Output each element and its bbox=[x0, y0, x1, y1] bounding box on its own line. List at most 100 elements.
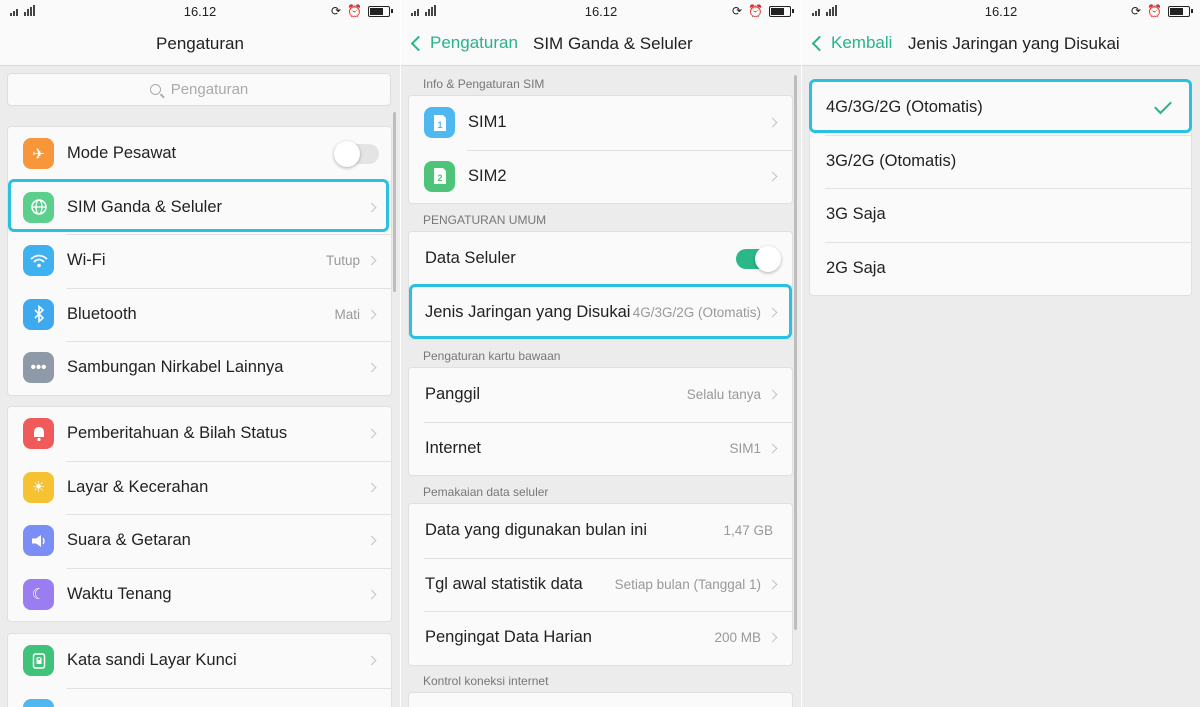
airplane-mode-toggle[interactable] bbox=[334, 140, 379, 167]
network-option-2g-only[interactable]: 2G Saja bbox=[810, 241, 1191, 296]
item-label: Wi-Fi bbox=[67, 251, 106, 270]
bluetooth-icon bbox=[23, 298, 54, 330]
item-label: Kata sandi Layar Kunci bbox=[67, 651, 237, 670]
back-label: Pengaturan bbox=[430, 33, 518, 52]
network-option-4g3g2g[interactable]: 4G/3G/2G (Otomatis) bbox=[810, 81, 1191, 135]
item-label: SIM2 bbox=[468, 166, 507, 185]
page-title: Pengaturan bbox=[156, 34, 244, 53]
settings-item-quiet-time[interactable]: ☾ Waktu Tenang bbox=[8, 567, 391, 622]
alarm-icon: ⏰ bbox=[748, 4, 763, 18]
scrollbar[interactable] bbox=[794, 75, 797, 630]
chevron-left-icon bbox=[410, 35, 427, 52]
settings-item-airplane-mode[interactable]: ✈ Mode Pesawat bbox=[8, 127, 391, 181]
preferred-network-item[interactable]: Jenis Jaringan yang Disukai 4G/3G/2G (Ot… bbox=[409, 285, 792, 340]
settings-item-display[interactable]: ☀ Layar & Kecerahan bbox=[8, 460, 391, 515]
item-value: SIM1 bbox=[729, 440, 761, 456]
speaker-icon bbox=[23, 525, 54, 557]
item-value: 1,47 GB bbox=[723, 523, 773, 539]
nav-bar: Pengaturan bbox=[0, 22, 400, 66]
chevron-right-icon bbox=[767, 632, 778, 643]
lock-icon bbox=[23, 645, 54, 677]
settings-item-bluetooth[interactable]: Bluetooth Mati bbox=[8, 287, 391, 342]
item-label: Jenis Jaringan yang Disukai bbox=[425, 302, 631, 321]
scrollbar[interactable] bbox=[393, 112, 396, 292]
item-label: Panggil bbox=[425, 385, 481, 404]
settings-item-wifi[interactable]: Wi-Fi Tutup bbox=[8, 234, 391, 288]
chevron-right-icon bbox=[767, 117, 778, 128]
battery-icon bbox=[1168, 5, 1193, 17]
wifi-icon bbox=[23, 245, 54, 277]
item-value: Setiap bulan (Tanggal 1) bbox=[614, 576, 761, 592]
page-title: SIM Ganda & Seluler bbox=[533, 34, 693, 53]
item-label: Waktu Tenang bbox=[67, 584, 172, 603]
item-value: Tutup bbox=[325, 253, 360, 269]
sim2-item[interactable]: 2 SIM2 bbox=[409, 149, 792, 204]
chevron-right-icon bbox=[366, 482, 377, 493]
data-usage-group: Data yang digunakan bulan ini 1,47 GB Tg… bbox=[408, 503, 793, 666]
option-label: 3G/2G (Otomatis) bbox=[826, 151, 957, 170]
globe-icon bbox=[23, 191, 54, 223]
general-group: Data Seluler Jenis Jaringan yang Disukai… bbox=[408, 231, 793, 340]
page-title: Jenis Jaringan yang Disukai bbox=[908, 34, 1120, 53]
network-option-3g-only[interactable]: 3G Saja bbox=[810, 188, 1191, 242]
default-card-group: Panggil Selalu tanya Internet SIM1 bbox=[408, 367, 793, 476]
chevron-right-icon bbox=[366, 535, 377, 546]
stats-start-date-item[interactable]: Tgl awal statistik data Setiap bulan (Ta… bbox=[409, 557, 792, 612]
alarm-icon: ⏰ bbox=[347, 4, 362, 18]
airplane-icon: ✈ bbox=[23, 138, 54, 170]
chevron-right-icon bbox=[767, 389, 778, 400]
chevron-right-icon bbox=[767, 579, 778, 590]
nav-bar: Pengaturan SIM Ganda & Seluler bbox=[401, 22, 801, 66]
chevron-right-icon bbox=[366, 309, 377, 320]
rotation-lock-icon: ⟳ bbox=[330, 4, 342, 18]
status-bar: 16.12 ⟳ ⏰ bbox=[802, 0, 1200, 22]
chevron-left-icon bbox=[811, 35, 828, 52]
section-header: Info & Pengaturan SIM bbox=[423, 77, 545, 91]
daily-data-reminder-item[interactable]: Pengingat Data Harian 200 MB bbox=[409, 611, 792, 665]
settings-item-dual-sim[interactable]: SIM Ganda & Seluler bbox=[8, 180, 391, 235]
settings-item-notifications[interactable]: Pemberitahuan & Bilah Status bbox=[8, 407, 391, 461]
item-label: Layar & Kecerahan bbox=[67, 477, 209, 496]
item-value: 4G/3G/2G (Otomatis) bbox=[632, 304, 761, 320]
settings-item-lock-screen[interactable]: Kata sandi Layar Kunci bbox=[8, 634, 391, 688]
brightness-icon: ☀ bbox=[23, 471, 54, 503]
back-button[interactable]: Pengaturan bbox=[410, 33, 518, 53]
settings-item-other-wireless[interactable]: ••• Sambungan Nirkabel Lainnya bbox=[8, 341, 391, 395]
network-options-group: 4G/3G/2G (Otomatis) 3G/2G (Otomatis) 3G … bbox=[809, 80, 1192, 296]
item-label: Bluetooth bbox=[67, 304, 137, 323]
item-label: Mode Pesawat bbox=[67, 144, 177, 163]
checkmark-icon bbox=[1154, 96, 1172, 115]
chevron-right-icon bbox=[767, 171, 778, 182]
mobile-data-toggle[interactable] bbox=[736, 245, 781, 272]
back-button[interactable]: Kembali bbox=[811, 33, 893, 53]
settings-panel: 16.12 ⟳ ⏰ Pengaturan Pengaturan ✈ Mode P… bbox=[0, 0, 400, 707]
call-item[interactable]: Panggil Selalu tanya bbox=[409, 368, 792, 422]
chevron-right-icon bbox=[366, 255, 377, 266]
item-label: Pengingat Data Harian bbox=[425, 628, 592, 647]
section-header: Pengaturan kartu bawaan bbox=[423, 349, 561, 363]
battery-icon bbox=[769, 5, 794, 17]
item-value: Mati bbox=[334, 306, 360, 322]
item-label: Pemberitahuan & Bilah Status bbox=[67, 424, 288, 443]
settings-item-partial[interactable] bbox=[8, 687, 391, 707]
svg-text:2: 2 bbox=[437, 173, 442, 183]
option-label: 3G Saja bbox=[826, 205, 886, 224]
monthly-usage-item: Data yang digunakan bulan ini 1,47 GB bbox=[409, 504, 792, 558]
battery-icon bbox=[368, 5, 393, 17]
item-label: Data Seluler bbox=[425, 249, 516, 268]
rotation-lock-icon: ⟳ bbox=[1130, 4, 1142, 18]
internet-item[interactable]: Internet SIM1 bbox=[409, 421, 792, 476]
chevron-right-icon bbox=[767, 443, 778, 454]
shield-icon bbox=[23, 698, 54, 707]
connectivity-group: ✈ Mode Pesawat SIM Ganda & Seluler Wi-Fi… bbox=[7, 126, 392, 396]
status-bar: 16.12 ⟳ ⏰ bbox=[401, 0, 801, 22]
settings-item-sound[interactable]: Suara & Getaran bbox=[8, 514, 391, 568]
back-label: Kembali bbox=[831, 33, 893, 52]
chevron-right-icon bbox=[366, 362, 377, 373]
mobile-data-item[interactable]: Data Seluler bbox=[409, 232, 792, 286]
nav-bar: Kembali Jenis Jaringan yang Disukai bbox=[802, 22, 1200, 66]
sim1-item[interactable]: 1 SIM1 bbox=[409, 96, 792, 150]
search-input[interactable]: Pengaturan bbox=[7, 73, 391, 106]
network-option-3g2g[interactable]: 3G/2G (Otomatis) bbox=[810, 134, 1191, 189]
rotation-lock-icon: ⟳ bbox=[731, 4, 743, 18]
